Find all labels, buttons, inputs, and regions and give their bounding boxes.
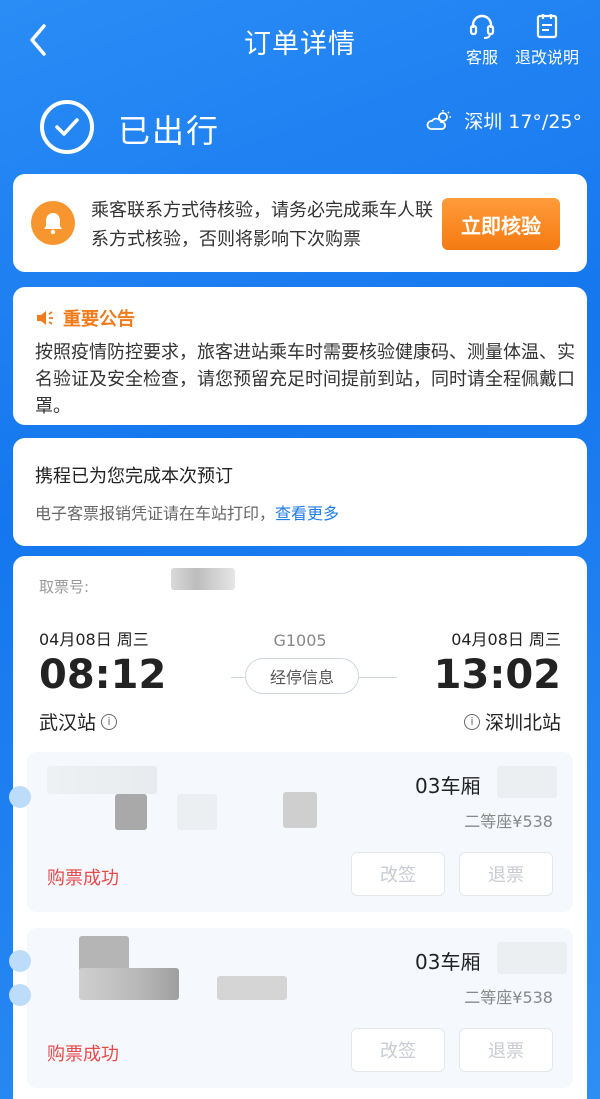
refund-ticket-button[interactable]: 退票 — [459, 852, 553, 896]
order-status: 已出行 — [118, 112, 221, 150]
weather-info: 深圳 17°/25° — [426, 107, 582, 134]
redacted-passenger-id — [177, 794, 217, 830]
arrival-time: 13:02 — [433, 652, 561, 698]
header: 订单详情 客服 退改说明 — [0, 0, 600, 80]
seat-class-price: 二等座¥538 — [464, 988, 553, 1007]
document-icon — [536, 14, 558, 39]
coach-number: 03车厢 — [415, 950, 481, 974]
weather-icon — [426, 109, 452, 130]
invoice-note-text: 电子客票报销凭证请在车站打印， — [35, 504, 276, 523]
pickup-number-label: 取票号: — [39, 578, 90, 596]
redacted-passenger-id — [79, 968, 179, 1000]
info-icon: i — [101, 713, 118, 730]
redacted-passenger-id — [283, 792, 317, 828]
departure-time: 08:12 — [39, 652, 167, 698]
decorative-dot — [9, 786, 31, 808]
refund-ticket-button[interactable]: 退票 — [459, 1028, 553, 1072]
departure-station-name: 武汉站 — [39, 712, 97, 734]
see-more-link[interactable]: 查看更多 — [275, 504, 339, 523]
redacted-passenger-name — [47, 766, 157, 794]
decorative-dot — [9, 984, 31, 1006]
refund-rules-button[interactable]: 退改说明 — [512, 12, 582, 68]
purchase-status: 购票成功 — [47, 1044, 119, 1065]
passenger-card: 03车厢 二等座¥538 购票成功 改签 退票 — [9, 928, 573, 1088]
redacted-pickup-number — [171, 568, 235, 590]
invoice-note: 电子客票报销凭证请在车站打印，查看更多 — [35, 500, 339, 524]
refund-rules-label: 退改说明 — [514, 48, 579, 67]
headset-icon — [469, 14, 495, 39]
change-ticket-button[interactable]: 改签 — [351, 852, 445, 896]
bell-icon — [31, 201, 75, 245]
verify-contact-card: 乘客联系方式待核验，请务必完成乘车人联系方式核验，否则将影响下次购票 立即核验 — [13, 174, 587, 272]
verify-message: 乘客联系方式待核验，请务必完成乘车人联系方式核验，否则将影响下次购票 — [91, 200, 433, 250]
booking-complete-card: 携程已为您完成本次预订 电子客票报销凭证请在车站打印，查看更多 — [13, 438, 587, 546]
stops-info-button[interactable]: 经停信息 — [245, 658, 359, 694]
notice-title: 重要公告 — [63, 309, 135, 330]
info-icon: i — [463, 713, 480, 730]
redacted-seat-number — [497, 942, 567, 974]
seat-class-price: 二等座¥538 — [464, 812, 553, 831]
notice-header: 重要公告 — [35, 305, 135, 331]
weather-text: 深圳 17°/25° — [464, 111, 582, 133]
arrival-station[interactable]: i 深圳北站 — [459, 708, 561, 735]
ticket-card: 取票号: 04月08日 周三 04月08日 周三 G1005 08:12 13:… — [9, 556, 587, 1099]
booking-complete-title: 携程已为您完成本次预订 — [35, 466, 233, 487]
coach-number: 03车厢 — [415, 774, 481, 798]
customer-service-button[interactable]: 客服 — [462, 12, 502, 68]
check-circle-icon — [40, 100, 94, 154]
train-number: G1005 — [273, 631, 327, 650]
verify-now-button[interactable]: 立即核验 — [442, 198, 560, 250]
redacted-seat-number — [497, 766, 557, 798]
customer-service-label: 客服 — [465, 48, 498, 67]
redacted-passenger-id — [115, 794, 147, 830]
departure-station[interactable]: 武汉站 i — [39, 708, 122, 735]
change-ticket-button[interactable]: 改签 — [351, 1028, 445, 1072]
notice-body: 按照疫情防控要求，旅客进站乘车时需要核验健康码、测量体温、实名验证及安全检查，请… — [35, 342, 575, 417]
purchase-status: 购票成功 — [47, 868, 119, 889]
passenger-card: 03车厢 二等座¥538 购票成功 改签 退票 — [9, 752, 573, 912]
redacted-passenger-name — [79, 936, 129, 972]
arrival-station-name: 深圳北站 — [484, 712, 561, 734]
speaker-icon — [37, 311, 53, 325]
notice-card: 重要公告 按照疫情防控要求，旅客进站乘车时需要核验健康码、测量体温、实名验证及安… — [13, 287, 587, 425]
decorative-dot — [9, 950, 31, 972]
redacted-passenger-id — [217, 976, 287, 1000]
page-title: 订单详情 — [244, 29, 356, 60]
